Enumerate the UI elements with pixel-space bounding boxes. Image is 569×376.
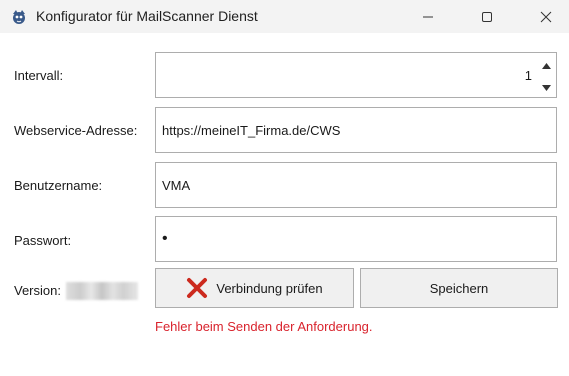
- window-title: Konfigurator für MailScanner Dienst: [36, 8, 258, 24]
- save-label: Speichern: [429, 280, 489, 296]
- test-connection-button[interactable]: Verbindung prüfen: [155, 268, 354, 308]
- version-label: Version:: [14, 283, 61, 298]
- minimize-button[interactable]: [405, 0, 451, 33]
- spin-down-icon[interactable]: [540, 83, 552, 93]
- username-label: Benutzername:: [14, 178, 103, 193]
- maximize-button[interactable]: [464, 0, 510, 33]
- maximize-icon: [481, 11, 493, 23]
- interval-value: 1: [524, 68, 532, 83]
- password-value: •: [162, 230, 168, 247]
- password-label: Passwort:: [14, 233, 72, 248]
- error-x-icon: [186, 277, 208, 299]
- webservice-label: Webservice-Adresse:: [14, 123, 138, 138]
- close-button[interactable]: [523, 0, 569, 33]
- webservice-input[interactable]: https://meineIT_Firma.de/CWS: [155, 107, 557, 153]
- error-message: Fehler beim Senden der Anforderung.: [155, 319, 373, 334]
- webservice-value: https://meineIT_Firma.de/CWS: [162, 123, 341, 138]
- username-value: VMA: [162, 178, 191, 193]
- interval-stepper[interactable]: 1: [155, 52, 557, 98]
- interval-label: Intervall:: [14, 68, 64, 83]
- spin-up-icon[interactable]: [540, 61, 552, 71]
- close-icon: [540, 11, 552, 23]
- mailscanner-app-icon: [10, 8, 28, 26]
- test-connection-label: Verbindung prüfen: [216, 280, 323, 296]
- minimize-icon: [422, 11, 434, 23]
- title-bar: Konfigurator für MailScanner Dienst: [0, 0, 569, 33]
- save-button[interactable]: Speichern: [360, 268, 558, 308]
- password-input[interactable]: •: [155, 216, 557, 262]
- version-value-redacted: [66, 282, 138, 300]
- username-input[interactable]: VMA: [155, 162, 557, 208]
